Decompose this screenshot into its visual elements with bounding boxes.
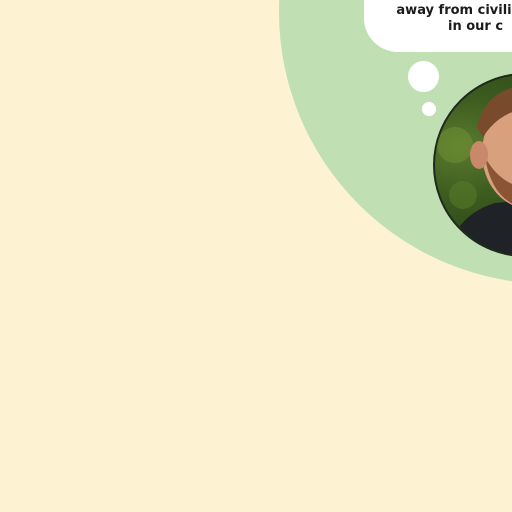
speech-bubble-text: away from civilizatio in our c (364, 3, 512, 35)
avatar (433, 73, 512, 257)
speech-bubble: away from civilizatio in our c (364, 0, 512, 52)
person-photo-icon (437, 87, 512, 255)
page-canvas: away from civilizatio in our c (0, 0, 512, 512)
speech-line-2: in our c (448, 19, 504, 34)
speech-line-1: away from civilizatio (396, 3, 512, 18)
thought-bubble-dot-small (422, 102, 436, 116)
